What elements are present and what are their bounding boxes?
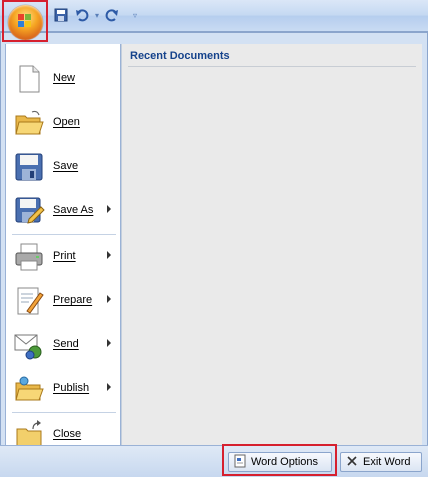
redo-icon[interactable] [103,6,121,24]
recent-documents-title: Recent Documents [130,50,230,62]
new-document-icon [13,63,45,95]
menu-item-label: Open [53,116,80,128]
office-menu: New Open Save Save As Print Prepare Send… [0,32,428,477]
menu-item-send[interactable]: Send [6,323,120,367]
submenu-arrow-icon [107,295,111,303]
open-folder-icon [13,107,45,139]
save-icon[interactable] [52,6,70,24]
office-button[interactable] [8,5,43,40]
submenu-arrow-icon [107,383,111,391]
menu-item-save-as[interactable]: Save As [6,189,120,233]
menu-item-label: Close [53,428,82,440]
menu-item-save[interactable]: Save [6,145,120,189]
menu-footer: Word Options Exit Word [0,445,428,477]
menu-item-label: Send [53,338,79,350]
publish-icon [13,373,45,405]
recent-documents-divider [128,66,416,67]
exit-word-label: Exit Word [363,456,411,468]
floppy-disk-icon [13,151,45,183]
office-button-highlight [2,0,48,42]
printer-icon [13,241,45,273]
exit-word-button[interactable]: Exit Word [340,452,422,472]
undo-icon[interactable] [73,6,91,24]
menu-item-prepare[interactable]: Prepare [6,279,120,323]
menu-item-label: Save [53,160,79,172]
command-list: New Open Save Save As Print Prepare Send… [5,44,121,477]
quick-access-toolbar: ▾ ▿ [52,5,138,25]
office-logo-icon [18,14,33,30]
menu-item-print[interactable]: Print [6,235,120,279]
menu-item-open[interactable]: Open [6,101,120,145]
prepare-icon [13,285,45,317]
send-icon [13,329,45,361]
menu-item-publish[interactable]: Publish [6,367,120,411]
submenu-arrow-icon [107,339,111,347]
menu-item-label: Save As [53,204,94,216]
undo-dropdown-icon[interactable]: ▾ [94,8,100,22]
customize-dropdown-icon[interactable]: ▿ [132,8,138,22]
menu-item-label: New [53,72,76,84]
exit-icon [346,455,358,470]
title-bar: ▾ ▿ [0,0,428,32]
menu-item-label: Prepare [53,294,93,306]
save-as-icon [13,195,45,227]
menu-item-label: Print [53,250,76,262]
word-options-highlight [222,444,337,476]
menu-item-label: Publish [53,382,90,394]
recent-documents-panel: Recent Documents [121,44,422,477]
submenu-arrow-icon [107,205,111,213]
menu-item-new[interactable]: New [6,57,120,101]
submenu-arrow-icon [107,251,111,259]
